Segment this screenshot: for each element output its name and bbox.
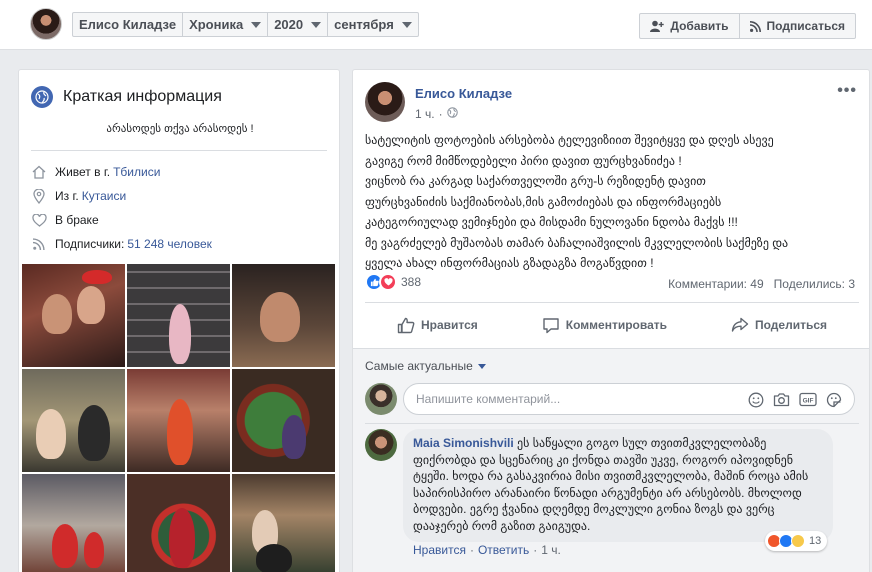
divider — [365, 423, 859, 424]
intro-card: Краткая информация არასოდეს თქვა არასოდე… — [18, 69, 340, 572]
svg-text:GIF: GIF — [803, 397, 814, 404]
divider — [365, 302, 859, 303]
year-dropdown[interactable]: 2020 — [268, 13, 329, 36]
comment-icon — [543, 317, 559, 333]
comment-author-name[interactable]: Maia Simonishvili — [413, 436, 514, 450]
comment-button[interactable]: Комментировать — [542, 317, 667, 334]
photo-thumbnail[interactable] — [22, 369, 125, 472]
followers-count-link[interactable]: 51 248 человек — [127, 237, 212, 251]
from-city-link[interactable]: Кутаиси — [82, 189, 126, 203]
comment-input[interactable]: Напишите комментарий... GIF — [403, 383, 855, 415]
photo-thumbnail[interactable] — [22, 474, 125, 572]
breadcrumb: Елисо Киладзе Хроника 2020 сентября — [72, 12, 419, 37]
breadcrumb-profile-name[interactable]: Елисо Киладзе — [73, 13, 184, 36]
share-icon — [731, 317, 749, 332]
photo-grid — [22, 264, 335, 572]
gif-icon[interactable]: GIF — [799, 392, 817, 408]
section-dropdown[interactable]: Хроника — [183, 13, 269, 36]
location-pin-icon — [31, 188, 47, 204]
comment-timestamp[interactable]: 1 ч. — [541, 543, 561, 557]
from-row: Из г. Кутаиси — [31, 188, 126, 204]
comment-actions: Нравится · Ответить · 1 ч. — [413, 543, 561, 557]
post-author-avatar[interactable] — [365, 82, 405, 122]
lives-in-city-link[interactable]: Тбилиси — [113, 165, 160, 179]
comment-like-link[interactable]: Нравится — [413, 543, 466, 557]
add-person-icon — [650, 20, 665, 32]
subscribe-button[interactable]: Подписаться — [739, 13, 856, 39]
like-button[interactable]: Нравится — [397, 317, 478, 334]
chevron-down-icon — [477, 363, 486, 369]
current-user-avatar[interactable] — [365, 383, 397, 415]
love-reaction-icon — [379, 273, 397, 291]
post-reactions[interactable]: 388 — [365, 273, 421, 291]
globe-icon — [31, 86, 53, 108]
post-card: Елисо Киладзе 1 ч. · ••• სატელიტის ფოტოე… — [352, 69, 870, 572]
comment-sort-dropdown[interactable]: Самые актуальные — [365, 359, 486, 373]
lives-in-row: Живет в г. Тбилиси — [31, 164, 160, 180]
home-icon — [31, 164, 47, 180]
photo-thumbnail[interactable] — [127, 369, 230, 472]
photo-thumbnail[interactable] — [232, 369, 335, 472]
comment-input-tools: GIF — [739, 392, 842, 408]
relationship-row: В браке — [31, 212, 99, 228]
bio-text: არასოდეს თქვა არასოდეს ! — [106, 123, 254, 135]
public-globe-icon[interactable] — [446, 107, 458, 121]
commenter-avatar[interactable] — [365, 429, 397, 461]
photo-thumbnail[interactable] — [127, 264, 230, 367]
post-author-name[interactable]: Елисо Киладзе — [415, 86, 512, 101]
shares-count-link[interactable]: Поделились: 3 — [774, 277, 855, 291]
post-stats: Комментарии: 49 Поделились: 3 — [668, 277, 855, 291]
post-text: სატელიტის ფოტოების არსებობა ტელევიზიით შ… — [365, 133, 789, 270]
profile-avatar[interactable] — [30, 8, 62, 40]
photo-thumbnail[interactable] — [232, 474, 335, 572]
intro-title: Краткая информация — [31, 86, 222, 108]
followers-row: Подписчики: 51 248 человек — [31, 236, 212, 252]
reaction-count: 388 — [401, 275, 422, 289]
comment-reply-link[interactable]: Ответить — [478, 543, 529, 557]
chevron-down-icon — [401, 21, 412, 28]
photo-thumbnail[interactable] — [232, 264, 335, 367]
comment-bubble: Maia Simonishvili ეს საწყალი გოგო სულ თვ… — [403, 429, 833, 542]
emoji-icon[interactable] — [748, 392, 764, 408]
heart-icon — [31, 212, 47, 228]
sticker-icon[interactable] — [826, 392, 842, 408]
post-meta: 1 ч. · — [415, 107, 458, 121]
header-actions: Добавить Подписаться — [639, 13, 856, 39]
add-friend-button[interactable]: Добавить — [639, 13, 740, 39]
more-options-icon[interactable]: ••• — [837, 82, 857, 100]
comment-text: ეს საწყალი გოგო სულ თვითმკვლელობაზე ფიქრ… — [413, 436, 809, 533]
post-timestamp[interactable]: 1 ч. — [415, 107, 435, 121]
camera-icon[interactable] — [773, 392, 790, 408]
timeline-header: Елисо Киладзе Хроника 2020 сентября Доба… — [0, 0, 872, 50]
month-dropdown[interactable]: сентября — [328, 13, 418, 36]
rss-icon — [749, 20, 761, 32]
rss-icon — [31, 236, 47, 252]
comments-count-link[interactable]: Комментарии: 49 — [668, 277, 764, 291]
thumbs-up-icon — [397, 317, 415, 333]
share-button[interactable]: Поделиться — [731, 317, 827, 333]
chevron-down-icon — [251, 21, 262, 28]
haha-reaction-icon — [791, 534, 805, 548]
comment-reactions[interactable]: 13 — [765, 531, 828, 551]
photo-thumbnail[interactable] — [127, 474, 230, 572]
chevron-down-icon — [311, 21, 322, 28]
comments-section: Самые актуальные Напишите комментарий...… — [353, 349, 869, 572]
divider — [31, 150, 327, 151]
photo-thumbnail[interactable] — [22, 264, 125, 367]
post-actions: Нравится Комментировать Поделиться — [365, 310, 859, 340]
